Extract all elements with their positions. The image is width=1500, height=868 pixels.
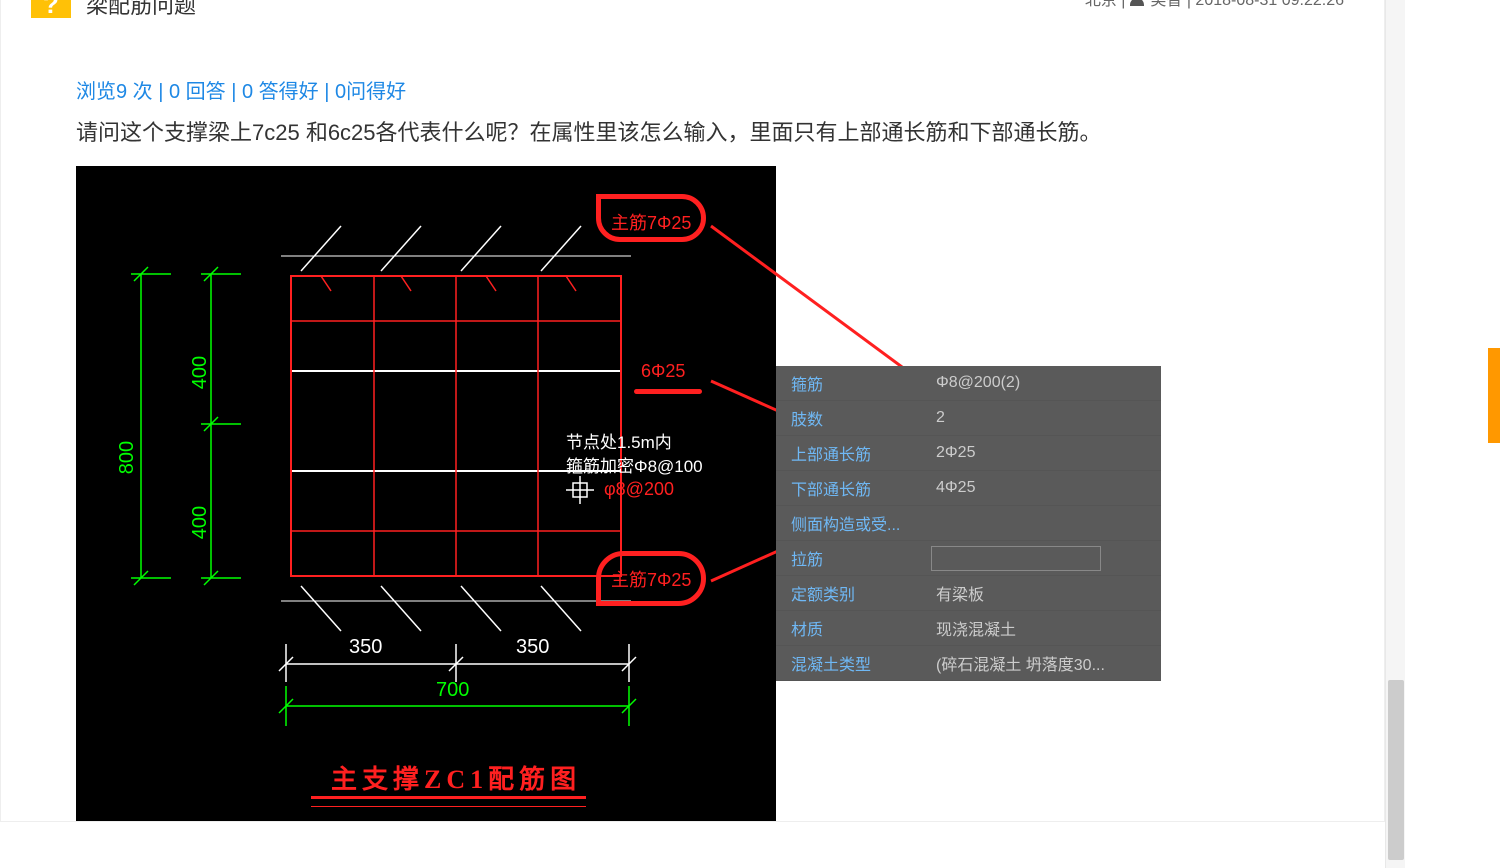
location-text: 北京 bbox=[1085, 0, 1117, 9]
prop-value: 2Φ25 bbox=[931, 444, 1161, 462]
dim-800: 800 bbox=[116, 441, 139, 474]
dim-350-right: 350 bbox=[516, 636, 549, 659]
dim-700: 700 bbox=[436, 679, 469, 702]
question-mark-icon: ? bbox=[31, 0, 71, 18]
prop-row-top-rebar[interactable]: 上部通长筋 2Φ25 bbox=[776, 436, 1161, 471]
annotation-underline-mid bbox=[634, 389, 702, 394]
person-icon bbox=[1130, 0, 1146, 7]
prop-row-material[interactable]: 材质 现浇混凝土 bbox=[776, 611, 1161, 646]
cad-node-line1: 节点处1.5m内 bbox=[566, 428, 672, 453]
prop-label: 上部通长筋 bbox=[776, 441, 931, 465]
question-body: 请问这个支撑梁上7c25 和6c25各代表什么呢？在属性里该怎么输入，里面只有上… bbox=[1, 104, 1384, 166]
prop-label: 箍筋 bbox=[776, 371, 931, 395]
prop-row-side-rebar[interactable]: 侧面构造或受... bbox=[776, 506, 1161, 541]
cad-stirrup-label: φ8@200 bbox=[604, 479, 674, 500]
question-stats[interactable]: 浏览9 次 | 0 回答 | 0 答得好 | 0问得好 bbox=[1, 75, 1384, 104]
title-underline-2 bbox=[311, 806, 586, 807]
scroll-thumb[interactable] bbox=[1388, 680, 1404, 860]
cad-drawing: 主筋7Φ25 6Φ25 节点处1.5m内 箍筋加密Φ8@100 φ8@200 主… bbox=[76, 166, 776, 821]
prop-value: 有梁板 bbox=[931, 581, 1161, 605]
prop-label: 拉筋 bbox=[776, 546, 931, 570]
question-meta: 北京 | 美智 | 2018-08-31 09:22:26 bbox=[1085, 0, 1344, 10]
prop-input-field[interactable] bbox=[931, 546, 1101, 571]
cad-mid-rebar-label: 6Φ25 bbox=[641, 361, 685, 382]
attached-image[interactable]: 主筋7Φ25 6Φ25 节点处1.5m内 箍筋加密Φ8@100 φ8@200 主… bbox=[76, 166, 1161, 821]
timestamp-text: 2018-08-31 09:22:26 bbox=[1195, 0, 1344, 9]
annotation-circle-bottom bbox=[596, 551, 706, 606]
question-header: ? 梁配筋问题 北京 | 美智 | 2018-08-31 09:22:26 bbox=[1, 0, 1384, 45]
prop-row-tie-rebar[interactable]: 拉筋 bbox=[776, 541, 1161, 576]
prop-label: 肢数 bbox=[776, 406, 931, 430]
prop-label: 侧面构造或受... bbox=[776, 511, 931, 535]
main-container: ? 梁配筋问题 北京 | 美智 | 2018-08-31 09:22:26 浏览… bbox=[0, 0, 1385, 822]
dim-400-lower: 400 bbox=[189, 506, 212, 539]
prop-row-concrete[interactable]: 混凝土类型 (碎石混凝土 坍落度30... bbox=[776, 646, 1161, 681]
prop-label: 材质 bbox=[776, 616, 931, 640]
prop-value: 4Φ25 bbox=[931, 479, 1161, 497]
prop-label: 定额类别 bbox=[776, 581, 931, 605]
properties-panel: 箍筋 Φ8@200(2) 肢数 2 上部通长筋 2Φ25 下部通长筋 4Φ25 … bbox=[776, 366, 1161, 681]
prop-value: 2 bbox=[931, 409, 1161, 427]
cad-node-line2: 箍筋加密Φ8@100 bbox=[566, 452, 703, 477]
dim-400-upper: 400 bbox=[189, 356, 212, 389]
prop-label: 混凝土类型 bbox=[776, 651, 931, 675]
prop-row-limbs[interactable]: 肢数 2 bbox=[776, 401, 1161, 436]
annotation-circle-top bbox=[596, 194, 706, 242]
dim-350-left: 350 bbox=[349, 636, 382, 659]
prop-row-quota[interactable]: 定额类别 有梁板 bbox=[776, 576, 1161, 611]
question-title: 梁配筋问题 bbox=[86, 0, 196, 20]
right-sidebar bbox=[1442, 0, 1500, 868]
prop-label: 下部通长筋 bbox=[776, 476, 931, 500]
prop-value: 现浇混凝土 bbox=[931, 616, 1161, 640]
prop-value: Φ8@200(2) bbox=[931, 374, 1161, 392]
side-tab[interactable] bbox=[1488, 348, 1500, 443]
prop-row-bottom-rebar[interactable]: 下部通长筋 4Φ25 bbox=[776, 471, 1161, 506]
diagram-title: 主支撑ZC1配筋图 bbox=[331, 759, 581, 796]
author-text: 美智 bbox=[1150, 0, 1182, 9]
title-underline-1 bbox=[311, 796, 586, 799]
prop-value: (碎石混凝土 坍落度30... bbox=[931, 651, 1161, 675]
vertical-scrollbar[interactable] bbox=[1385, 0, 1405, 868]
prop-row-stirrup[interactable]: 箍筋 Φ8@200(2) bbox=[776, 366, 1161, 401]
